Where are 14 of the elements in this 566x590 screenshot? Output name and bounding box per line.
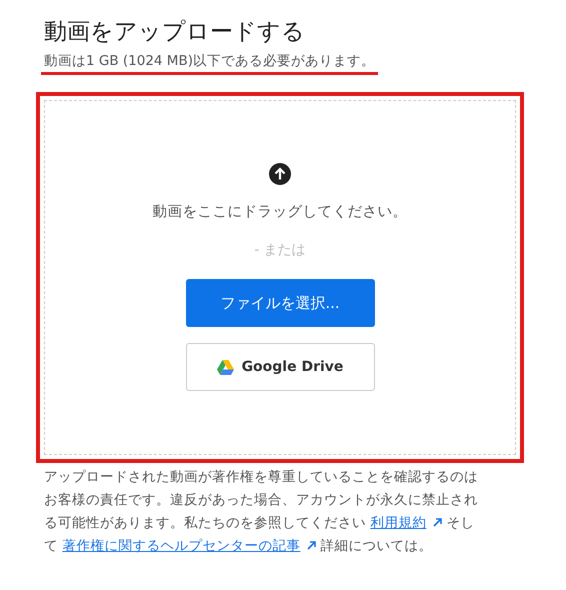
help-link[interactable]: 著作権に関するヘルプセンターの記事: [62, 538, 316, 554]
copyright-notice: アップロードされた動画が著作権を尊重していることを確認するのはお客様の責任です。違反があった場合、アカウントが永久に禁止される可能性があります。私たちのを参照してください 利用規約 そして 著作権に関するヘルプセンターの記事 詳細については。: [44, 468, 479, 556]
drag-instruction: 動画をここにドラッグしてください。: [152, 203, 408, 221]
external-link-icon: [433, 518, 442, 527]
choose-file-button[interactable]: ファイルを選択...: [186, 279, 374, 327]
external-link-icon: [307, 541, 316, 550]
google-drive-button[interactable]: Google Drive: [186, 343, 374, 391]
drive-icon: [216, 360, 234, 374]
help-link[interactable]: 利用規約: [370, 515, 442, 531]
page-title: 動画をアップロードする: [44, 18, 306, 47]
drop-zone[interactable]: 動画をここにドラッグしてください。 - または ファイルを選択... Google Drive: [44, 100, 516, 455]
or-separator: - または: [254, 241, 306, 259]
upload-icon: [269, 163, 291, 185]
size-limit-note: 動画は1 GB (1024 MB)以下である必要があります。: [43, 52, 376, 70]
